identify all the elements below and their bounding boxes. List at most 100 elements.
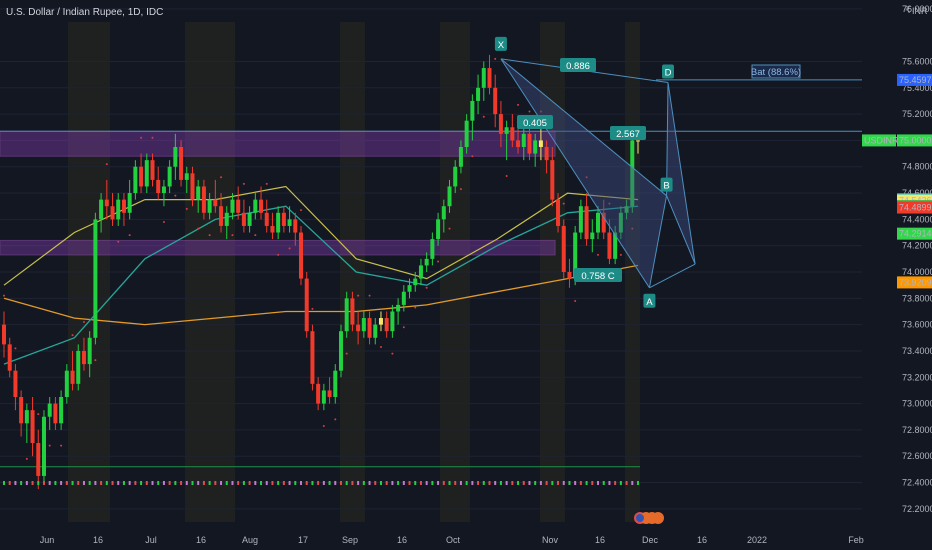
candle-body[interactable]: [270, 225, 275, 233]
candle-body[interactable]: [544, 147, 549, 161]
candle-body[interactable]: [184, 173, 189, 180]
candle-body[interactable]: [201, 186, 206, 213]
candle-body[interactable]: [418, 265, 423, 279]
candle-body[interactable]: [241, 212, 246, 226]
candle-body[interactable]: [196, 186, 201, 200]
candle-body[interactable]: [458, 147, 463, 167]
candle-body[interactable]: [299, 232, 304, 279]
candle-body[interactable]: [36, 443, 41, 476]
candle-body[interactable]: [30, 410, 35, 444]
candle-body[interactable]: [527, 133, 532, 154]
ratio-label[interactable]: 0.886: [560, 58, 596, 72]
candle-body[interactable]: [144, 160, 149, 187]
candle-body[interactable]: [453, 166, 458, 187]
candle-body[interactable]: [333, 370, 338, 397]
candle-body[interactable]: [521, 133, 526, 147]
candle-body[interactable]: [596, 212, 601, 233]
candle-body[interactable]: [373, 324, 378, 338]
candle-body[interactable]: [493, 87, 498, 115]
candle-body[interactable]: [19, 397, 24, 424]
candle-body[interactable]: [510, 127, 515, 141]
point-d-label[interactable]: D: [662, 64, 674, 79]
candle-body[interactable]: [70, 370, 75, 384]
candle-body[interactable]: [498, 114, 503, 134]
candle-body[interactable]: [24, 410, 29, 424]
candle-body[interactable]: [584, 206, 589, 240]
candle-body[interactable]: [350, 298, 355, 325]
candle-body[interactable]: [487, 68, 492, 88]
candle-body[interactable]: [310, 331, 315, 384]
candle-body[interactable]: [424, 258, 429, 266]
candle-body[interactable]: [207, 199, 212, 213]
price-chart[interactable]: XABD0.8860.4050.758 C2.567Bat (88.6%) 76…: [0, 0, 932, 550]
candle-body[interactable]: [430, 239, 435, 259]
candle-body[interactable]: [264, 212, 269, 226]
candle-body[interactable]: [110, 206, 115, 220]
candle-body[interactable]: [338, 331, 343, 371]
candle-body[interactable]: [87, 337, 92, 365]
candle-body[interactable]: [179, 147, 184, 180]
candle-body[interactable]: [321, 390, 326, 404]
candle-body[interactable]: [464, 120, 469, 147]
candle-body[interactable]: [281, 212, 286, 226]
candle-body[interactable]: [173, 147, 178, 167]
candle-body[interactable]: [436, 219, 441, 240]
candle-body[interactable]: [224, 212, 229, 226]
candle-body[interactable]: [167, 166, 172, 187]
candle-body[interactable]: [367, 318, 372, 338]
candle-body[interactable]: [99, 199, 104, 220]
event-icons[interactable]: [634, 512, 664, 524]
candle-body[interactable]: [538, 140, 543, 147]
candle-body[interactable]: [59, 397, 64, 424]
candle-body[interactable]: [13, 370, 18, 397]
candle-body[interactable]: [567, 272, 572, 279]
candle-body[interactable]: [470, 100, 475, 121]
candle-body[interactable]: [556, 199, 561, 226]
candle-body[interactable]: [259, 199, 264, 213]
candle-body[interactable]: [247, 212, 252, 226]
candle-body[interactable]: [230, 199, 235, 213]
candle-body[interactable]: [401, 291, 406, 305]
candle-body[interactable]: [53, 403, 58, 424]
candle-body[interactable]: [550, 160, 555, 200]
candle-body[interactable]: [276, 212, 281, 233]
candle-body[interactable]: [476, 87, 481, 101]
candle-body[interactable]: [287, 219, 292, 226]
candle-body[interactable]: [219, 206, 224, 226]
candle-body[interactable]: [316, 383, 321, 404]
candle-body[interactable]: [161, 186, 166, 194]
ratio-label[interactable]: 0.758 C: [574, 268, 622, 282]
candle-body[interactable]: [76, 350, 81, 384]
event-icon[interactable]: [652, 512, 664, 524]
candle-body[interactable]: [156, 179, 161, 194]
candle-body[interactable]: [139, 166, 144, 187]
ratio-label[interactable]: 0.405: [517, 115, 553, 129]
pattern-name-label[interactable]: Bat (88.6%): [751, 64, 801, 79]
candle-body[interactable]: [578, 206, 583, 233]
candle-body[interactable]: [133, 166, 138, 194]
candle-body[interactable]: [81, 350, 86, 365]
candle-body[interactable]: [47, 403, 52, 417]
candle-body[interactable]: [590, 232, 595, 240]
candle-body[interactable]: [390, 311, 395, 332]
candle-body[interactable]: [116, 199, 121, 220]
candle-body[interactable]: [441, 206, 446, 220]
candle-body[interactable]: [413, 278, 418, 286]
candle-body[interactable]: [150, 160, 155, 180]
candle-body[interactable]: [378, 318, 383, 325]
candle-body[interactable]: [356, 324, 361, 332]
candle-body[interactable]: [127, 193, 132, 213]
candle-body[interactable]: [236, 199, 241, 213]
candle-body[interactable]: [636, 140, 640, 142]
candle-body[interactable]: [481, 68, 486, 88]
candle-body[interactable]: [213, 199, 218, 207]
candle-body[interactable]: [93, 219, 98, 338]
candle-body[interactable]: [293, 219, 298, 233]
candle-body[interactable]: [504, 127, 509, 134]
candle-body[interactable]: [104, 199, 109, 207]
candle-body[interactable]: [253, 199, 258, 213]
candle-body[interactable]: [407, 285, 412, 292]
candle-body[interactable]: [361, 318, 366, 332]
candle-body[interactable]: [7, 344, 12, 371]
candle-body[interactable]: [64, 370, 69, 397]
